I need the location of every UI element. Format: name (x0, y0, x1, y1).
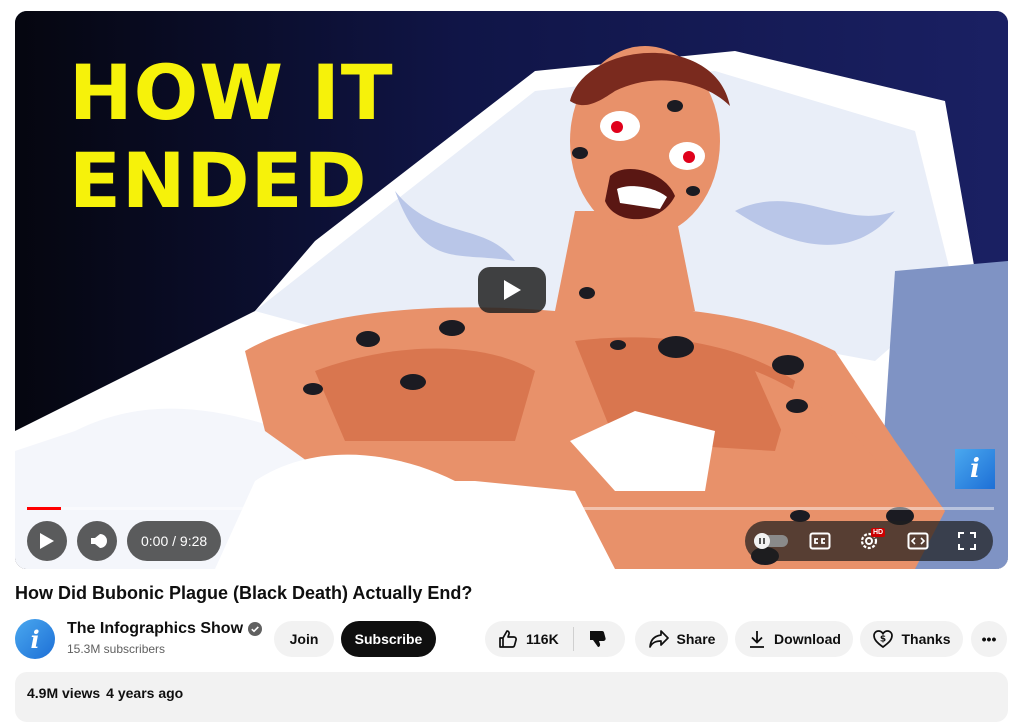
autoplay-toggle[interactable] (751, 521, 791, 561)
fullscreen-button[interactable] (947, 521, 987, 561)
thanks-heart-dollar-icon: $ (873, 630, 894, 649)
more-actions-icon: ••• (981, 631, 997, 647)
download-icon (750, 631, 765, 648)
dislike-button[interactable] (574, 621, 622, 657)
current-time: 0:00 (141, 533, 169, 549)
time-separator: / (168, 533, 180, 549)
volume-button[interactable] (77, 521, 117, 561)
like-dislike-group: 116K (485, 621, 625, 657)
channel-name-text: The Infographics Show (67, 620, 244, 637)
play-icon (40, 533, 54, 549)
thumbnail-title-line-1: HOW IT (69, 48, 394, 137)
duration: 9:28 (179, 533, 208, 549)
svg-text:$: $ (880, 635, 886, 645)
center-play-button[interactable] (478, 267, 546, 313)
progress-bar-fill (27, 507, 61, 510)
channel-name[interactable]: The Infographics Show (67, 620, 263, 638)
volume-icon (91, 534, 107, 548)
play-icon (504, 280, 521, 300)
join-button[interactable]: Join (274, 621, 334, 657)
progress-bar[interactable] (27, 507, 994, 510)
right-controls: HD (745, 521, 993, 561)
autoplay-toggle-icon (754, 533, 788, 549)
like-button[interactable]: 116K (485, 621, 573, 657)
verified-check-icon (248, 622, 263, 636)
share-button[interactable]: Share (635, 621, 728, 657)
channel-watermark-icon[interactable]: i (955, 449, 995, 489)
download-button[interactable]: Download (735, 621, 853, 657)
like-count: 116K (526, 631, 559, 647)
thumbnail-title-line-2: ENDED (69, 136, 368, 225)
share-label: Share (676, 631, 716, 647)
play-button[interactable] (27, 521, 67, 561)
cc-icon (809, 532, 831, 550)
view-count: 4.9M views (27, 685, 101, 701)
subscriber-count: 15.3M subscribers (67, 642, 166, 656)
subtitles-button[interactable] (800, 521, 840, 561)
thumbnail-title-text: HOW IT ENDED (69, 49, 394, 225)
subscribe-label: Subscribe (354, 631, 423, 647)
fullscreen-icon (958, 532, 976, 550)
miniplayer-icon (907, 532, 929, 550)
video-title: How Did Bubonic Plague (Black Death) Act… (15, 583, 473, 603)
description-box[interactable]: 4.9M views 4 years ago (15, 672, 1008, 722)
hd-badge: HD (871, 528, 886, 537)
more-actions-button[interactable]: ••• (971, 621, 1007, 657)
thumbs-up-icon (499, 630, 517, 648)
thumbs-down-icon (590, 631, 606, 647)
channel-row: i The Infographics Show 15.3M subscriber… (15, 619, 1008, 659)
share-icon (648, 630, 669, 648)
upload-age: 4 years ago (106, 685, 184, 701)
avatar-letter: i (30, 624, 40, 654)
subscribe-button[interactable]: Subscribe (341, 621, 436, 657)
thanks-label: Thanks (901, 631, 951, 647)
miniplayer-button[interactable] (898, 521, 938, 561)
join-label: Join (289, 631, 319, 647)
video-player[interactable]: HOW IT ENDED i 0:00 / 9:28 HD (15, 11, 1008, 569)
download-label: Download (774, 631, 841, 647)
description-stats: 4.9M views 4 years ago (27, 685, 189, 701)
thanks-button[interactable]: $ Thanks (860, 621, 963, 657)
time-display: 0:00 / 9:28 (127, 521, 222, 561)
settings-button[interactable]: HD (849, 521, 889, 561)
channel-avatar[interactable]: i (15, 619, 55, 659)
